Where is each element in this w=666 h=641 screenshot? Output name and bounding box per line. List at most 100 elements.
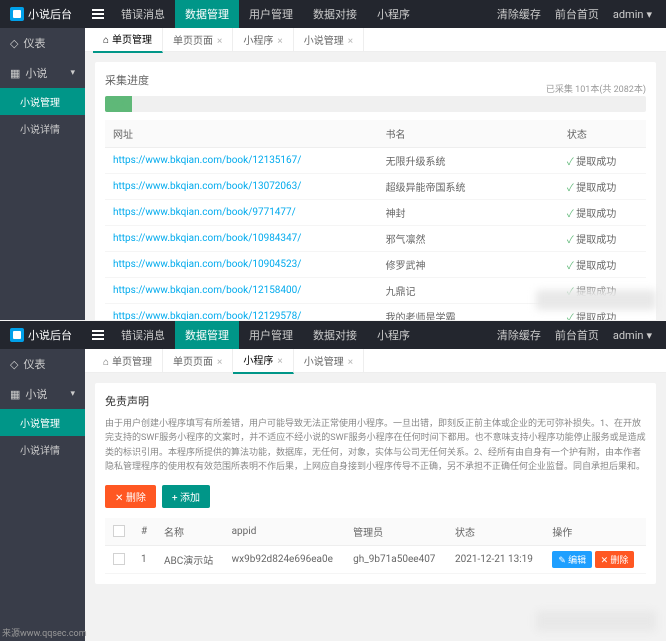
sidebar-sub-novel-manage[interactable]: 小说管理 <box>0 409 85 436</box>
nav-item-miniapp[interactable]: 小程序 <box>367 0 420 28</box>
status-cell: 提取成功 <box>559 200 646 226</box>
nav-item-error[interactable]: 错误消息 <box>111 0 175 28</box>
page-tabs: 单页管理 单页页面 小程序 小说管理 <box>85 28 666 52</box>
nav-item-user[interactable]: 用户管理 <box>239 0 303 28</box>
tab-single[interactable]: 单页页面 <box>163 349 233 373</box>
cell-status: 2021-12-21 13:19 <box>447 545 544 573</box>
progress-percent: 5% <box>111 96 127 112</box>
book-name: 神封 <box>378 200 559 226</box>
url-link[interactable]: https://www.bkqian.com/book/12135167/ <box>113 155 301 166</box>
cloud-icon <box>10 328 24 342</box>
col-name: 名称 <box>156 518 224 546</box>
sidebar-sub-novel-manage[interactable]: 小说管理 <box>0 88 85 115</box>
edit-button[interactable]: ✎ 编辑 <box>552 551 592 568</box>
url-link[interactable]: https://www.bkqian.com/book/13072063/ <box>113 181 301 192</box>
tab-single[interactable]: 单页页面 <box>163 28 233 52</box>
progress-bar <box>105 96 646 112</box>
main-area: 单页管理 单页页面 小程序 小说管理 免责声明 由于用户创建小程序填写有所差错，… <box>85 349 666 641</box>
sidebar-item-dashboard[interactable]: ◇ 仪表 <box>0 349 85 379</box>
tab-home[interactable]: 单页管理 <box>93 28 163 53</box>
table-row: https://www.bkqian.com/book/13072063/超级异… <box>105 174 646 200</box>
book-name: 修罗武神 <box>378 252 559 278</box>
logo: 小说后台 <box>0 6 85 22</box>
page-tabs: 单页管理 单页页面 小程序 小说管理 <box>85 349 666 373</box>
top-nav: 错误消息 数据管理 用户管理 数据对接 小程序 <box>111 0 420 28</box>
topbar: 小说后台 错误消息 数据管理 用户管理 数据对接 小程序 清除缓存 前台首页 a… <box>0 321 666 349</box>
menu-toggle-icon[interactable] <box>85 334 111 336</box>
col-status: 状态 <box>559 120 646 148</box>
nav-item-data[interactable]: 数据管理 <box>175 0 239 28</box>
disclaimer-text: 由于用户创建小程序填写有所差错，用户可能导致无法正常使用小程序。一旦出错，即刻反… <box>105 417 646 475</box>
status-cell: 提取成功 <box>559 226 646 252</box>
url-link[interactable]: https://www.bkqian.com/book/12158400/ <box>113 285 301 296</box>
book-name: 我的老师是学霸 <box>378 304 559 321</box>
cell-admin: gh_9b71a50ee407 <box>345 545 447 573</box>
front-page-link[interactable]: 前台首页 <box>555 327 599 343</box>
watermark-blur <box>536 290 656 310</box>
sidebar: ◇ 仪表 ▦ 小说 小说管理 小说详情 <box>0 349 85 641</box>
table-row: 1 ABC演示站 wx9b92d824e696ea0e gh_9b71a50ee… <box>105 545 646 573</box>
url-link[interactable]: https://www.bkqian.com/book/10984347/ <box>113 233 301 244</box>
main-area: 单页管理 单页页面 小程序 小说管理 采集进度 已采集 101本(共 2082本… <box>85 28 666 320</box>
url-link[interactable]: https://www.bkqian.com/book/9771477/ <box>113 207 296 218</box>
row-delete-button[interactable]: ✕ 删除 <box>595 551 635 568</box>
app-title: 小说后台 <box>28 6 72 22</box>
table-row: https://www.bkqian.com/book/12135167/无限升… <box>105 148 646 174</box>
watermark-blur <box>536 611 656 631</box>
user-dropdown[interactable]: admin <box>613 329 652 342</box>
col-url: 网址 <box>105 120 378 148</box>
col-idx: # <box>133 518 156 546</box>
tab-miniapp[interactable]: 小程序 <box>233 349 293 374</box>
nav-item-user[interactable]: 用户管理 <box>239 321 303 349</box>
user-dropdown[interactable]: admin <box>613 8 652 21</box>
top-nav: 错误消息 数据管理 用户管理 数据对接 小程序 <box>111 321 420 349</box>
app-title: 小说后台 <box>28 327 72 343</box>
sidebar-item-novel[interactable]: ▦ 小说 <box>0 379 85 409</box>
col-admin: 管理员 <box>345 518 447 546</box>
table-row: https://www.bkqian.com/book/10904523/修罗武… <box>105 252 646 278</box>
status-cell: 提取成功 <box>559 174 646 200</box>
miniapp-table: # 名称 appid 管理员 状态 操作 1 ABC演示站 wx9b92d824… <box>105 518 646 574</box>
url-link[interactable]: https://www.bkqian.com/book/12129578/ <box>113 311 301 320</box>
topbar-right: 清除缓存 前台首页 admin <box>497 327 666 343</box>
sidebar: ◇ 仪表 ▦ 小说 小说管理 小说详情 <box>0 28 85 320</box>
clear-cache-link[interactable]: 清除缓存 <box>497 6 541 22</box>
checkbox-all[interactable] <box>113 525 125 537</box>
book-name: 邪气凛然 <box>378 226 559 252</box>
topbar-right: 清除缓存 前台首页 admin <box>497 6 666 22</box>
col-name: 书名 <box>378 120 559 148</box>
menu-toggle-icon[interactable] <box>85 13 111 15</box>
book-name: 超级异能帝国系统 <box>378 174 559 200</box>
tab-novel-manage[interactable]: 小说管理 <box>294 28 364 52</box>
collect-panel: 采集进度 已采集 101本(共 2082本) 5% 网址 书名 状态 <box>95 62 656 320</box>
nav-item-data[interactable]: 数据管理 <box>175 321 239 349</box>
sidebar-item-novel[interactable]: ▦ 小说 <box>0 58 85 88</box>
book-name: 无限升级系统 <box>378 148 559 174</box>
clear-cache-link[interactable]: 清除缓存 <box>497 327 541 343</box>
nav-item-error[interactable]: 错误消息 <box>111 321 175 349</box>
col-status: 状态 <box>447 518 544 546</box>
book-name: 九鼎记 <box>378 278 559 304</box>
table-row: https://www.bkqian.com/book/10984347/邪气凛… <box>105 226 646 252</box>
nav-item-api[interactable]: 数据对接 <box>303 0 367 28</box>
col-appid: appid <box>224 518 346 546</box>
sidebar-sub-novel-detail[interactable]: 小说详情 <box>0 436 85 463</box>
tab-novel-manage[interactable]: 小说管理 <box>294 349 364 373</box>
footer-source: 来源www.qqsec.com <box>2 626 87 639</box>
sidebar-sub-novel-detail[interactable]: 小说详情 <box>0 115 85 142</box>
topbar: 小说后台 错误消息 数据管理 用户管理 数据对接 小程序 清除缓存 前台首页 a… <box>0 0 666 28</box>
checkbox-row[interactable] <box>113 553 125 565</box>
add-button[interactable]: + 添加 <box>162 485 210 508</box>
sidebar-item-dashboard[interactable]: ◇ 仪表 <box>0 28 85 58</box>
front-page-link[interactable]: 前台首页 <box>555 6 599 22</box>
url-link[interactable]: https://www.bkqian.com/book/10904523/ <box>113 259 301 270</box>
nav-item-miniapp[interactable]: 小程序 <box>367 321 420 349</box>
cell-appid: wx9b92d824e696ea0e <box>224 545 346 573</box>
tab-home[interactable]: 单页管理 <box>93 349 163 373</box>
cell-idx: 1 <box>133 545 156 573</box>
progress-meta: 已采集 101本(共 2082本) <box>546 82 646 95</box>
nav-item-api[interactable]: 数据对接 <box>303 321 367 349</box>
cloud-icon <box>10 7 24 21</box>
delete-button[interactable]: ✕ 删除 <box>105 485 156 508</box>
tab-miniapp[interactable]: 小程序 <box>233 28 293 52</box>
